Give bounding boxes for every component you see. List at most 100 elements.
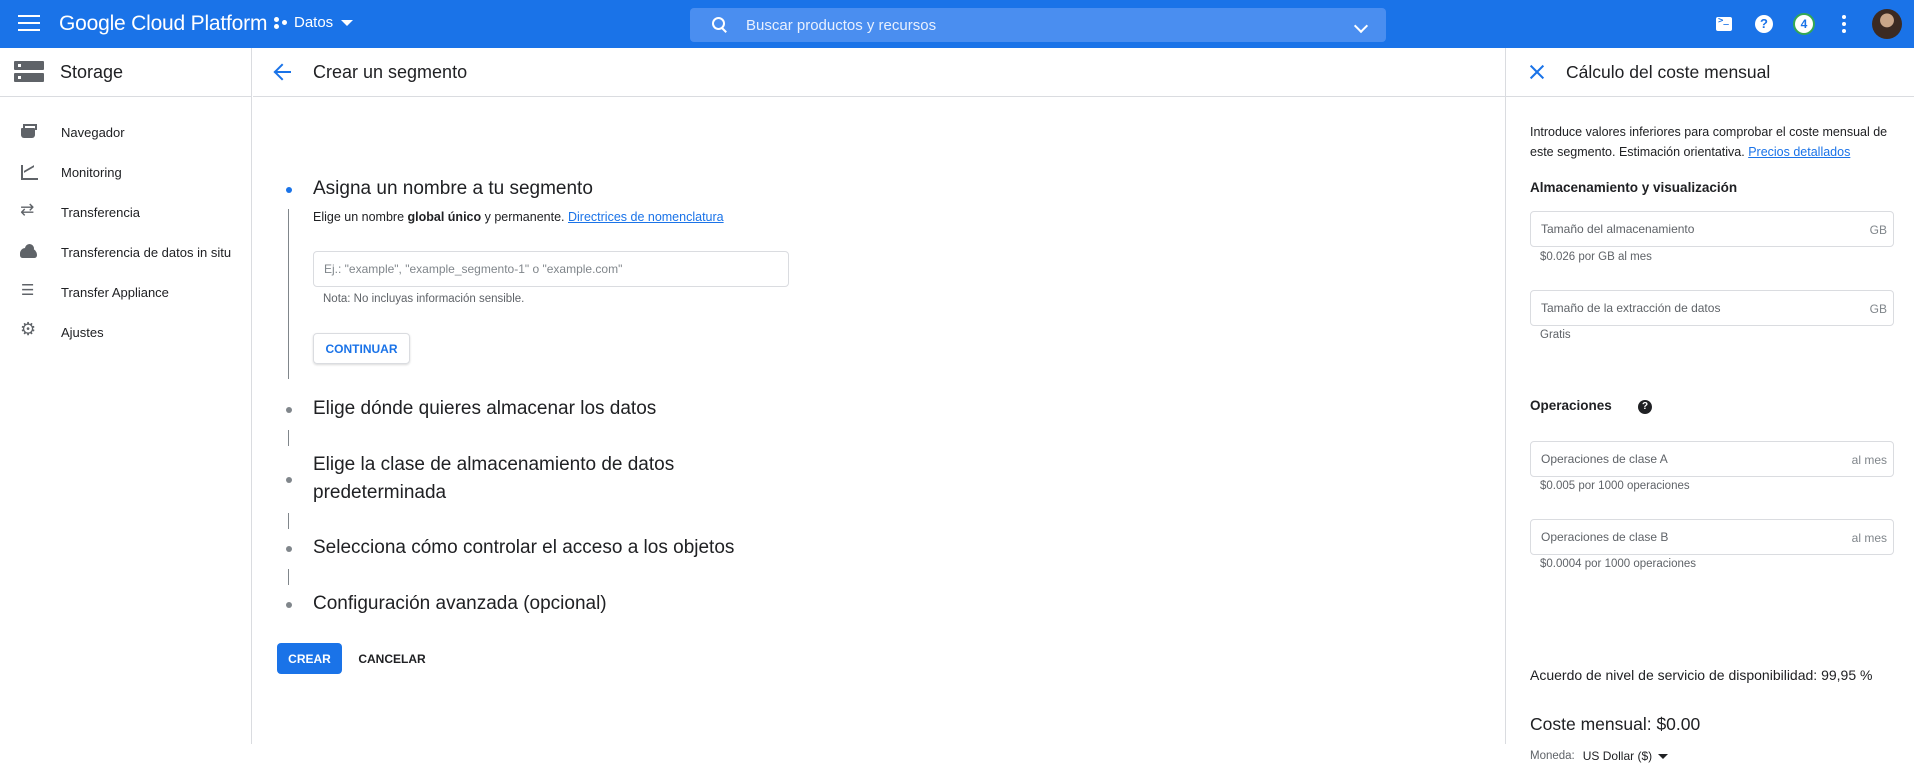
currency-select[interactable]: US Dollar ($) [1583, 749, 1668, 763]
class-b-ops-label: Operaciones de clase B [1541, 530, 1669, 544]
subtitle-text-pre: Elige un nombre [313, 210, 408, 224]
monthly-cost: Coste mensual: $0.00 [1530, 714, 1701, 734]
create-button[interactable]: CREAR [277, 643, 342, 674]
search-placeholder: Buscar productos y recursos [746, 16, 937, 34]
currency-label: Moneda: [1530, 750, 1575, 762]
project-name: Datos [294, 14, 334, 31]
egress-size-hint: Gratis [1540, 329, 1571, 341]
step-title-2[interactable]: Elige dónde quieres almacenar los datos [313, 395, 656, 423]
sidebar: Storage Navegador Monitoring Transferenc… [0, 48, 252, 744]
notifications-badge: 4 [1793, 13, 1815, 35]
gear-icon [20, 319, 38, 341]
storage-section-title: Almacenamiento y visualización [1530, 180, 1738, 195]
top-actions: ? 4 [1704, 0, 1914, 48]
list-icon [20, 281, 38, 301]
chevron-down-icon[interactable] [1353, 18, 1369, 34]
cancel-button[interactable]: CANCELAR [358, 643, 426, 674]
sidebar-item-navegador[interactable]: Navegador [0, 112, 251, 152]
step-title-3-line2: predeterminada [313, 482, 447, 503]
top-bar: Google Cloud Platform Datos Buscar produ… [0, 0, 1914, 48]
search-icon [710, 15, 730, 35]
storage-size-input[interactable]: Tamaño del almacenamiento GB [1530, 211, 1894, 247]
step-dot [286, 546, 292, 552]
sidebar-item-label: Navegador [61, 124, 125, 140]
class-a-ops-label: Operaciones de clase A [1541, 452, 1668, 466]
step-title-3-line1: Elige la clase de almacenamiento de dato… [313, 454, 675, 475]
input-note: Nota: No incluyas información sensible. [323, 293, 525, 305]
step-title-3[interactable]: Elige la clase de almacenamiento de dato… [313, 451, 674, 507]
storage-icon [14, 61, 44, 83]
panel-header: Cálculo del coste mensual [1506, 48, 1914, 97]
pricing-link[interactable]: Precios detallados [1748, 145, 1850, 159]
storage-size-label: Tamaño del almacenamiento [1541, 222, 1695, 236]
page-title: Crear un segmento [313, 61, 468, 82]
panel-title: Cálculo del coste mensual [1566, 61, 1771, 82]
sidebar-item-transfer-appliance[interactable]: Transfer Appliance [0, 272, 251, 312]
currency-row: Moneda: US Dollar ($) [1530, 749, 1668, 763]
search-bar[interactable]: Buscar productos y recursos [690, 8, 1386, 42]
bucket-name-input[interactable]: Ej.: "example", "example_segmento-1" o "… [313, 251, 789, 287]
subtitle-text-bold: global único [407, 210, 482, 224]
continue-button[interactable]: CONTINUAR [313, 333, 410, 364]
storage-size-unit: GB [1869, 223, 1887, 237]
kebab-icon [1842, 15, 1846, 33]
sidebar-item-transferencia-in-situ[interactable]: Transferencia de datos in situ [0, 232, 251, 272]
sidebar-header: Storage [0, 48, 251, 97]
close-icon[interactable] [1528, 63, 1546, 81]
sidebar-item-label: Transferencia de datos in situ [61, 244, 232, 260]
terminal-icon [1716, 16, 1732, 31]
page-header: Crear un segmento [253, 48, 1505, 97]
more-options-button[interactable] [1824, 0, 1864, 48]
project-selector[interactable]: Datos [274, 14, 354, 31]
step-subtitle: Elige un nombre global único y permanent… [313, 210, 724, 224]
sidebar-item-label: Transfer Appliance [61, 284, 169, 300]
class-b-ops-input[interactable]: Operaciones de clase B al mes [1530, 519, 1894, 555]
sidebar-item-label: Ajustes [61, 324, 104, 340]
step-title-1[interactable]: Asigna un nombre a tu segmento [313, 175, 593, 203]
sidebar-item-ajustes[interactable]: Ajustes [0, 312, 251, 352]
swap-icon [20, 200, 38, 221]
step-title-4[interactable]: Selecciona cómo controlar el acceso a lo… [313, 534, 734, 562]
sidebar-item-label: Monitoring [61, 164, 122, 180]
help-icon: ? [1755, 15, 1773, 33]
egress-size-input[interactable]: Tamaño de la extracción de datos GB [1530, 290, 1894, 326]
caret-down-icon [341, 19, 354, 26]
storage-size-hint: $0.026 por GB al mes [1540, 251, 1652, 263]
help-icon[interactable]: ? [1638, 400, 1652, 414]
step-connector [288, 513, 289, 529]
step-connector [288, 430, 289, 446]
brand-title[interactable]: Google Cloud Platform [59, 12, 267, 36]
notifications-button[interactable]: 4 [1784, 0, 1824, 48]
chart-icon [20, 163, 38, 181]
sidebar-item-label: Transferencia [61, 204, 140, 220]
cloud-shell-button[interactable] [1704, 0, 1744, 48]
project-icon [274, 16, 288, 30]
naming-guidelines-link[interactable]: Directrices de nomenclatura [568, 210, 724, 224]
panel-intro: Introduce valores inferiores para compro… [1530, 122, 1902, 162]
class-b-ops-unit: al mes [1851, 531, 1887, 545]
class-a-ops-input[interactable]: Operaciones de clase A al mes [1530, 441, 1894, 477]
sidebar-item-transferencia[interactable]: Transferencia [0, 192, 251, 232]
bucket-name-placeholder: Ej.: "example", "example_segmento-1" o "… [324, 262, 623, 276]
cost-panel: Cálculo del coste mensual Introduce valo… [1505, 48, 1914, 763]
class-a-ops-hint: $0.005 por 1000 operaciones [1540, 480, 1690, 492]
sidebar-title: Storage [60, 61, 124, 82]
sidebar-item-monitoring[interactable]: Monitoring [0, 152, 251, 192]
back-arrow-icon[interactable] [271, 60, 295, 84]
sla-text: Acuerdo de nivel de servicio de disponib… [1530, 667, 1873, 683]
step-dot-active [286, 187, 292, 193]
help-button[interactable]: ? [1744, 0, 1784, 48]
hamburger-menu-icon[interactable] [18, 15, 40, 33]
main-content: Crear un segmento Asigna un nombre a tu … [253, 48, 1505, 744]
step-dot [286, 407, 292, 413]
sidebar-nav: Navegador Monitoring Transferencia Trans… [0, 112, 251, 352]
cloud-upload-icon [20, 243, 38, 261]
class-a-ops-unit: al mes [1851, 453, 1887, 467]
egress-size-label: Tamaño de la extracción de datos [1541, 301, 1721, 315]
step-connector [288, 209, 289, 379]
step-dot [286, 477, 292, 483]
avatar[interactable] [1872, 9, 1902, 39]
step-dot [286, 602, 292, 608]
step-connector [288, 569, 289, 585]
step-title-5[interactable]: Configuración avanzada (opcional) [313, 590, 607, 618]
